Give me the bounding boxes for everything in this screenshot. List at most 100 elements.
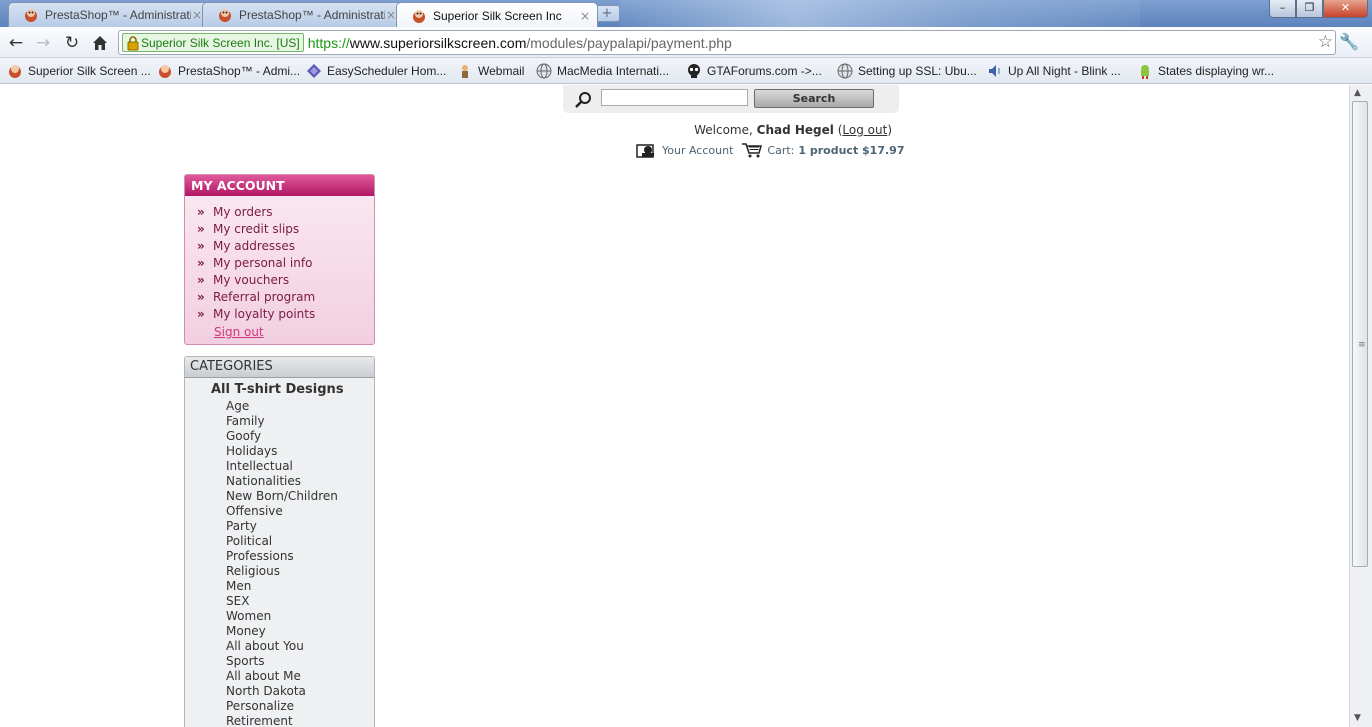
cart-summary[interactable]: 1 product $17.97 [798,144,904,157]
my-account-item-label[interactable]: My credit slips [213,222,299,236]
prestashop-icon [219,9,231,22]
bookmark-label: MacMedia Internati... [557,64,670,78]
my-account-list: » My orders » My credit slips » My addresse… [185,196,374,322]
search-input[interactable] [601,89,748,106]
category-item[interactable]: Age [226,399,374,414]
tab-superior-silk-screen[interactable]: Superior Silk Screen Inc × [396,2,598,27]
bookmark-item[interactable]: Up All Night - Blink ... [987,62,1121,80]
category-item[interactable]: Money [226,624,374,639]
bookmark-item[interactable]: States displaying wr... [1137,62,1274,80]
globe-icon [536,63,552,79]
category-item[interactable]: Political [226,534,374,549]
my-account-item[interactable]: » My loyalty points [197,305,374,322]
page-viewport: Search Welcome, Chad Hegel (Log out) You… [0,85,1349,727]
category-item[interactable]: New Born/Children [226,489,374,504]
scrollbar-thumb[interactable]: ≡ [1352,101,1368,567]
category-item[interactable]: Sports [226,654,374,669]
category-item[interactable]: Retirement [226,714,374,727]
window-titlebar: PrestaShop™ - Administrati × PrestaShop™… [0,0,1372,27]
close-icon[interactable]: × [579,9,591,23]
minimize-button[interactable]: – [1269,0,1296,18]
bookmark-label: Superior Silk Screen ... [28,64,151,78]
logout-link[interactable]: Log out [842,123,887,137]
url-host: www.superiorsilkscreen.com [349,34,527,51]
my-account-item-label[interactable]: My personal info [213,256,312,270]
search-icon [575,92,591,108]
search-button[interactable]: Search [754,89,874,108]
reload-button[interactable]: ↻ [61,32,83,54]
home-button[interactable] [89,32,111,54]
scroll-grip-icon: ≡ [1358,340,1366,350]
my-account-item-label[interactable]: My vouchers [213,273,289,287]
url-path: /modules/paypalapi/payment.php [526,34,732,51]
my-account-item-label[interactable]: My orders [213,205,273,219]
desktop-background [620,0,1140,27]
lock-icon [127,35,139,50]
category-item[interactable]: Party [226,519,374,534]
category-item[interactable]: Women [226,609,374,624]
my-account-item[interactable]: » Referral program [197,288,374,305]
cart-icon[interactable] [741,142,763,158]
wrench-menu-icon[interactable]: 🔧 [1338,32,1360,54]
android-icon [1141,65,1149,79]
tab-prestashop-admin-1[interactable]: PrestaShop™ - Administrati × [8,2,210,27]
forward-button[interactable]: → [32,32,54,54]
category-item[interactable]: All about Me [226,669,374,684]
account-icon[interactable] [636,142,658,158]
category-top-level[interactable]: All T-shirt Designs [211,382,374,399]
my-account-item-label[interactable]: My loyalty points [213,307,315,321]
category-item[interactable]: North Dakota [226,684,374,699]
back-button[interactable]: ← [5,32,27,54]
prestashop-icon [9,65,21,78]
user-name: Chad Hegel [756,123,834,137]
bookmark-star-icon[interactable]: ☆ [1318,32,1333,52]
double-chevron-icon: » [197,289,205,304]
my-account-item[interactable]: » My addresses [197,237,374,254]
category-list: Age Family Goofy Holidays Intellectual N… [185,399,374,727]
bookmark-item[interactable]: MacMedia Internati... [536,62,669,80]
address-bar[interactable]: Superior Silk Screen Inc. [US] https://w… [118,30,1336,55]
my-account-item[interactable]: » My vouchers [197,271,374,288]
your-account-link[interactable]: Your Account [662,144,733,157]
globe-icon [837,63,853,79]
cart-label[interactable]: Cart: [767,144,794,157]
maximize-button[interactable]: ❐ [1296,0,1323,18]
tab-prestashop-admin-2[interactable]: PrestaShop™ - Administrati × [202,2,404,27]
category-item[interactable]: All about You [226,639,374,654]
category-item[interactable]: Holidays [226,444,374,459]
category-item[interactable]: SEX [226,594,374,609]
category-item[interactable]: Offensive [226,504,374,519]
category-item[interactable]: Goofy [226,429,374,444]
category-item[interactable]: Family [226,414,374,429]
bookmark-item[interactable]: Setting up SSL: Ubu... [837,62,977,80]
my-account-item[interactable]: » My credit slips [197,220,374,237]
bookmark-item[interactable]: PrestaShop™ - Admi... [157,62,300,80]
bookmark-item[interactable]: Superior Silk Screen ... [7,62,151,80]
bookmark-item[interactable]: EasyScheduler Hom... [306,62,446,80]
user-info-bar: Your Account Cart: 1 product $17.97 [636,141,904,159]
sign-out-link[interactable]: Sign out [214,325,374,339]
category-item[interactable]: Intellectual [226,459,374,474]
double-chevron-icon: » [197,306,205,321]
tab-title: Superior Silk Screen Inc [433,8,562,23]
search-block: Search [563,85,899,113]
scroll-up-arrow-icon[interactable]: ▲ [1354,88,1361,98]
category-item[interactable]: Nationalities [226,474,374,489]
my-account-title[interactable]: MY ACCOUNT [185,175,374,196]
home-icon [93,36,107,50]
category-item[interactable]: Professions [226,549,374,564]
close-window-button[interactable]: ✕ [1323,0,1368,18]
my-account-item-label[interactable]: My addresses [213,239,295,253]
category-item[interactable]: Personalize [226,699,374,714]
category-item[interactable]: Men [226,579,374,594]
bookmark-label: GTAForums.com ->... [707,64,822,78]
bookmark-item[interactable]: Webmail [457,62,524,80]
my-account-item[interactable]: » My orders [197,203,374,220]
scroll-down-arrow-icon[interactable]: ▼ [1354,713,1361,723]
bookmark-item[interactable]: GTAForums.com ->... [686,62,822,80]
ssl-indicator[interactable]: Superior Silk Screen Inc. [US] [122,33,304,52]
category-item[interactable]: Religious [226,564,374,579]
my-account-item-label[interactable]: Referral program [213,290,315,304]
my-account-item[interactable]: » My personal info [197,254,374,271]
vertical-scrollbar[interactable]: ▲ ≡ ▼ [1349,85,1372,727]
